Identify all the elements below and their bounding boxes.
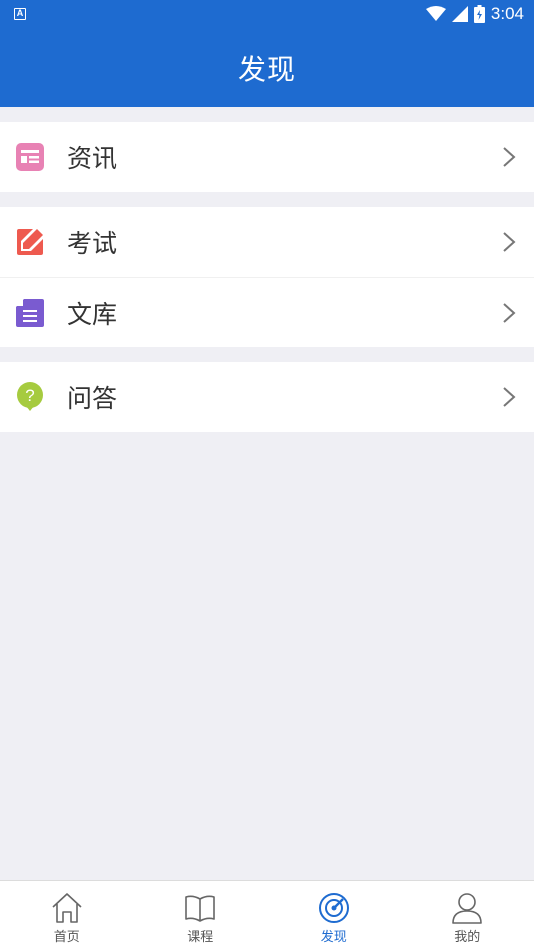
tab-label: 发现 [320, 930, 347, 945]
notification-a-icon: A [14, 8, 26, 20]
question-bubble-icon: ? [14, 381, 46, 413]
menu-item-exam[interactable]: 考试 [0, 207, 534, 277]
user-icon [449, 890, 485, 926]
menu-group-2: 考试 文库 [0, 207, 534, 347]
chevron-right-icon [503, 303, 516, 323]
status-left: A [14, 8, 26, 20]
menu-item-label: 文库 [67, 299, 118, 329]
home-icon [49, 890, 85, 926]
tab-label: 我的 [454, 930, 481, 945]
menu-item-news[interactable]: 资讯 [0, 122, 534, 192]
menu-group-3: ? 问答 [0, 362, 534, 432]
svg-text:?: ? [25, 386, 34, 405]
page-header: 发现 [0, 28, 534, 107]
battery-icon [473, 5, 485, 23]
tab-label: 课程 [187, 930, 214, 945]
signal-icon [451, 6, 468, 22]
menu-item-label: 资讯 [67, 144, 118, 173]
status-bar: A 3:04 [0, 0, 534, 28]
chevron-right-icon [503, 147, 516, 167]
menu-group-1: 资讯 [0, 122, 534, 192]
book-icon [182, 890, 218, 926]
document-icon [14, 297, 46, 329]
menu-item-label: 考试 [67, 229, 118, 258]
tab-home[interactable]: 首页 [0, 881, 134, 950]
wifi-icon [425, 6, 446, 21]
pencil-icon [14, 226, 46, 258]
page-title: 发现 [237, 52, 296, 86]
chevron-right-icon [503, 232, 516, 252]
discover-icon [316, 890, 352, 926]
tab-discover[interactable]: 发现 [267, 881, 401, 950]
tab-courses[interactable]: 课程 [134, 881, 268, 950]
news-icon [14, 141, 46, 173]
chevron-right-icon [503, 387, 516, 407]
menu-item-label: 问答 [67, 384, 118, 413]
menu-item-library[interactable]: 文库 [0, 277, 534, 347]
bottom-tab-bar: 首页 课程 发现 我的 [0, 880, 534, 950]
tab-mine[interactable]: 我的 [401, 881, 534, 950]
status-right: 3:04 [425, 4, 524, 24]
menu-item-qa[interactable]: ? 问答 [0, 362, 534, 432]
status-time: 3:04 [490, 4, 524, 23]
tab-label: 首页 [53, 930, 80, 945]
